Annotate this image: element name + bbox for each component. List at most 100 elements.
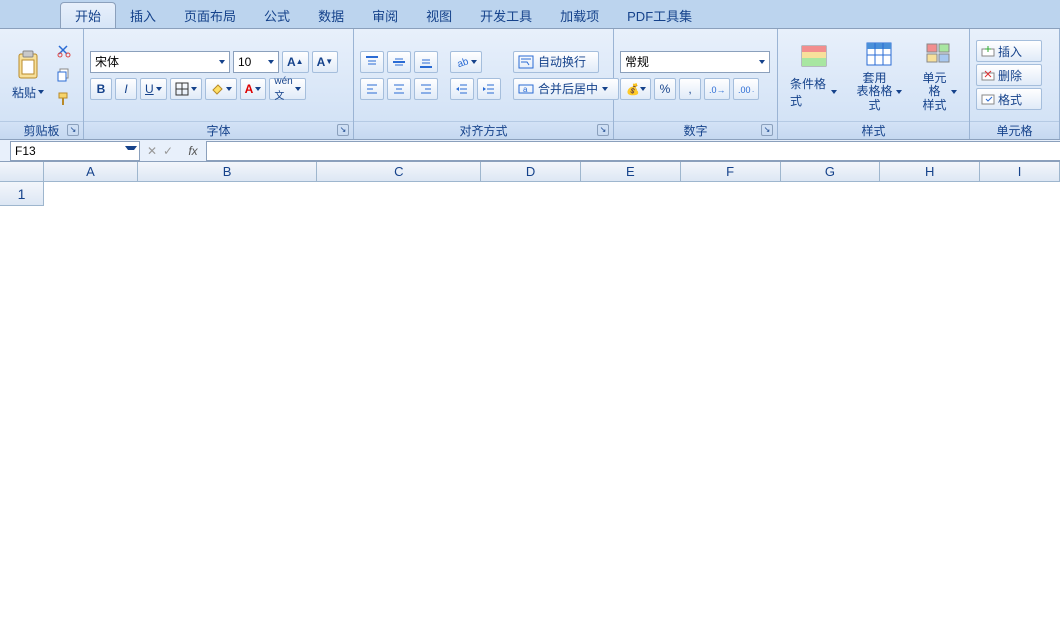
bold-button[interactable]: B xyxy=(90,78,112,100)
insert-icon xyxy=(981,45,995,57)
fx-icon[interactable]: fx xyxy=(180,144,206,158)
column-header-B[interactable]: B xyxy=(138,162,318,182)
delete-row-button[interactable]: 删除 xyxy=(976,64,1042,86)
svg-text:a: a xyxy=(523,85,528,94)
decrease-indent-icon[interactable] xyxy=(450,78,474,100)
clipboard-launcher-icon[interactable]: ↘ xyxy=(67,124,79,136)
number-format-value: 常规 xyxy=(625,53,649,70)
styles-group-label: 样式 xyxy=(861,122,885,139)
comma-icon[interactable]: , xyxy=(679,78,701,100)
font-launcher-icon[interactable]: ↘ xyxy=(337,124,349,136)
column-header-A[interactable]: A xyxy=(44,162,138,182)
column-header-C[interactable]: C xyxy=(317,162,481,182)
cond-format-icon xyxy=(798,41,830,73)
clipboard-group-label: 剪贴板 xyxy=(23,122,59,139)
paste-label: 粘贴 xyxy=(12,84,36,101)
table-format-icon xyxy=(863,38,895,70)
align-right-icon[interactable] xyxy=(414,78,438,100)
align-launcher-icon[interactable]: ↘ xyxy=(597,124,609,136)
name-box[interactable]: F13 xyxy=(10,141,140,161)
orientation-icon[interactable]: ab xyxy=(450,51,482,73)
row-header-1[interactable]: 1 xyxy=(0,182,44,206)
align-left-icon[interactable] xyxy=(360,78,384,100)
column-header-D[interactable]: D xyxy=(481,162,581,182)
decrease-decimal-icon[interactable]: .00→.0 xyxy=(733,78,759,100)
tab-开始[interactable]: 开始 xyxy=(60,2,116,28)
ribbon-tabs: 开始插入页面布局公式数据审阅视图开发工具加载项PDF工具集 xyxy=(0,6,1060,28)
font-name-dropdown[interactable]: 宋体 xyxy=(90,51,230,73)
align-middle-icon[interactable] xyxy=(387,51,411,73)
format-as-table-button[interactable]: 套用 表格格式 xyxy=(849,36,908,114)
select-all-corner[interactable] xyxy=(0,162,44,182)
format-icon xyxy=(981,93,995,105)
svg-text:ab: ab xyxy=(456,55,469,68)
clipboard-icon xyxy=(12,50,44,82)
font-name-value: 宋体 xyxy=(95,53,119,70)
font-group-label: 字体 xyxy=(206,122,230,139)
increase-indent-icon[interactable] xyxy=(477,78,501,100)
merge-center-button[interactable]: a 合并后居中 xyxy=(513,78,619,100)
svg-text:.00→.0: .00→.0 xyxy=(738,85,754,95)
merge-label: 合并后居中 xyxy=(538,80,598,97)
name-box-dropdown-icon[interactable] xyxy=(125,146,137,158)
cond-format-label: 条件格式 xyxy=(790,75,829,109)
grow-font-icon[interactable]: A▲ xyxy=(282,51,309,73)
format-cell-button[interactable]: 格式 xyxy=(976,88,1042,110)
align-group-label: 对齐方式 xyxy=(459,122,507,139)
tab-审阅[interactable]: 审阅 xyxy=(358,3,412,28)
italic-button[interactable]: I xyxy=(115,78,137,100)
formula-bar: F13 ✕ ✓ fx xyxy=(0,140,1060,162)
phonetic-button[interactable]: wén文 xyxy=(269,78,305,100)
merge-icon: a xyxy=(518,82,534,96)
currency-icon[interactable]: 💰 xyxy=(620,78,651,100)
wrap-label: 自动换行 xyxy=(538,53,586,70)
cut-icon[interactable] xyxy=(54,41,74,61)
underline-button[interactable]: U xyxy=(140,78,167,100)
font-color-button[interactable]: A xyxy=(240,78,267,100)
tab-加载项[interactable]: 加载项 xyxy=(546,3,613,28)
cell-styles-button[interactable]: 单元格 样式 xyxy=(914,36,963,114)
spreadsheet-grid[interactable]: ABCDEFGHI 1 xyxy=(0,162,1060,629)
align-bottom-icon[interactable] xyxy=(414,51,438,73)
column-header-I[interactable]: I xyxy=(980,162,1060,182)
cell-styles-label: 单元格 样式 xyxy=(920,72,949,112)
font-size-dropdown[interactable]: 10 xyxy=(233,51,279,73)
format-painter-icon[interactable] xyxy=(54,89,74,109)
tab-公式[interactable]: 公式 xyxy=(250,3,304,28)
shrink-font-icon[interactable]: A▼ xyxy=(312,51,339,73)
cell-styles-icon xyxy=(923,38,955,70)
align-center-icon[interactable] xyxy=(387,78,411,100)
table-format-label: 套用 表格格式 xyxy=(855,72,894,112)
tab-插入[interactable]: 插入 xyxy=(116,3,170,28)
wrap-text-button[interactable]: 自动换行 xyxy=(513,51,599,73)
formula-input[interactable] xyxy=(206,141,1060,161)
number-launcher-icon[interactable]: ↘ xyxy=(761,124,773,136)
tab-视图[interactable]: 视图 xyxy=(412,3,466,28)
column-header-F[interactable]: F xyxy=(681,162,781,182)
cells-group-label: 单元格 xyxy=(996,122,1032,139)
column-header-G[interactable]: G xyxy=(781,162,881,182)
conditional-format-button[interactable]: 条件格式 xyxy=(784,39,843,111)
paste-button[interactable]: 粘贴 xyxy=(6,48,50,103)
column-header-H[interactable]: H xyxy=(880,162,980,182)
increase-decimal-icon[interactable]: .0→.00 xyxy=(704,78,730,100)
svg-text:💰: 💰 xyxy=(626,83,639,96)
tab-页面布局[interactable]: 页面布局 xyxy=(170,3,250,28)
border-button[interactable] xyxy=(170,78,202,100)
tab-PDF工具集[interactable]: PDF工具集 xyxy=(613,3,706,28)
tab-数据[interactable]: 数据 xyxy=(304,3,358,28)
cancel-formula-icon[interactable]: ✕ xyxy=(147,144,157,158)
svg-text:.0→.00: .0→.00 xyxy=(709,85,725,95)
fill-color-button[interactable] xyxy=(205,78,237,100)
number-format-dropdown[interactable]: 常规 xyxy=(620,51,770,73)
align-top-icon[interactable] xyxy=(360,51,384,73)
column-header-E[interactable]: E xyxy=(581,162,681,182)
font-size-value: 10 xyxy=(238,55,251,69)
number-group-label: 数字 xyxy=(683,122,707,139)
accept-formula-icon[interactable]: ✓ xyxy=(163,144,173,158)
ribbon: 粘贴 剪贴板 ↘ 宋体 10 A▲ A▼ B I xyxy=(0,28,1060,140)
copy-icon[interactable] xyxy=(54,65,74,85)
tab-开发工具[interactable]: 开发工具 xyxy=(466,3,546,28)
percent-icon[interactable]: % xyxy=(654,78,676,100)
insert-row-button[interactable]: 插入 xyxy=(976,40,1042,62)
